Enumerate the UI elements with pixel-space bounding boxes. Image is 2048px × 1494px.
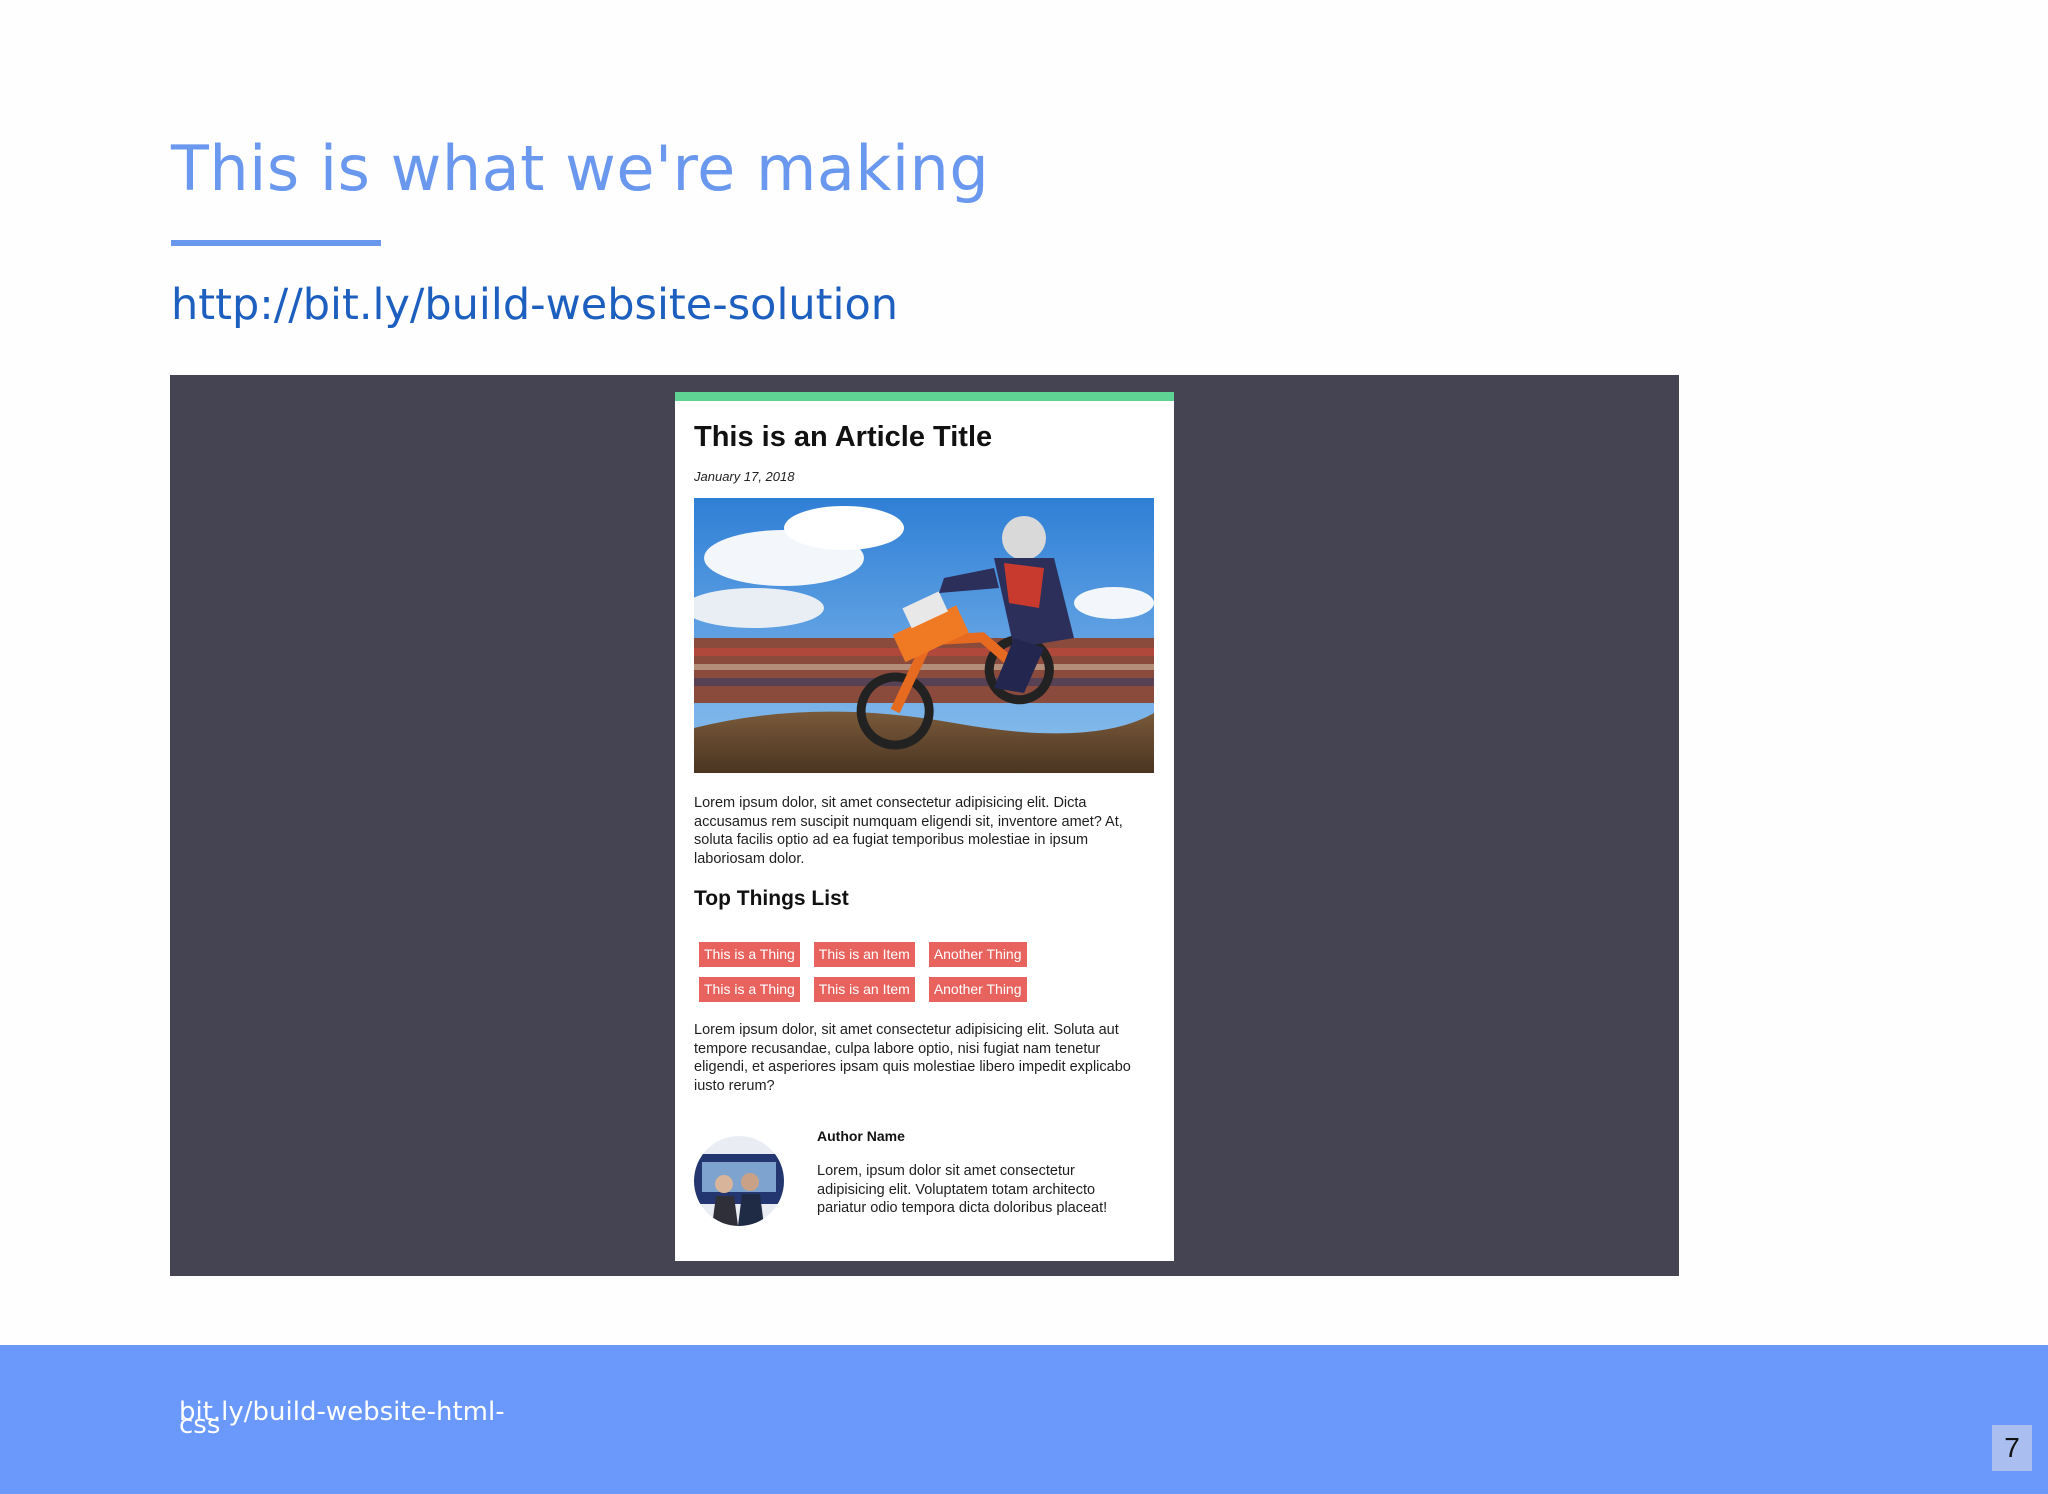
footer-link[interactable]: bit.ly/build-website-html-css: [179, 1399, 509, 1438]
author-name: Author Name: [817, 1128, 905, 1144]
list-item[interactable]: This is an Item: [813, 977, 915, 1002]
intro-paragraph: Lorem ipsum dolor, sit amet consectetur …: [694, 795, 1123, 867]
list-heading: Top Things List: [694, 887, 849, 910]
list-item[interactable]: This is a Thing: [699, 977, 800, 1002]
article-date: January 17, 2018: [694, 469, 795, 484]
author-bio: Lorem, ipsum dolor sit amet consectetur …: [817, 1163, 1108, 1216]
solution-link[interactable]: http://bit.ly/build-website-solution: [171, 280, 898, 332]
motocross-photo: [694, 498, 1154, 773]
preview-stage: This is an Article Title January 17, 201…: [170, 375, 1679, 1276]
second-paragraph: Lorem ipsum dolor, sit amet consectetur …: [694, 1022, 1131, 1094]
things-list: This is a Thing This is an Item Another …: [699, 942, 1059, 1002]
slide-footer: bit.ly/build-website-html-css 7: [0, 1345, 2048, 1494]
list-item[interactable]: Another Thing: [928, 942, 1027, 967]
list-item[interactable]: Another Thing: [928, 977, 1027, 1002]
title-underline: [171, 240, 381, 246]
article-card: This is an Article Title January 17, 201…: [675, 392, 1174, 1261]
page-number: 7: [1992, 1425, 2032, 1471]
slide-title: This is what we're making: [171, 132, 990, 205]
list-item[interactable]: This is an Item: [813, 942, 915, 967]
list-item[interactable]: This is a Thing: [699, 942, 800, 967]
author-avatar: [694, 1136, 784, 1226]
article-title: This is an Article Title: [694, 421, 993, 453]
